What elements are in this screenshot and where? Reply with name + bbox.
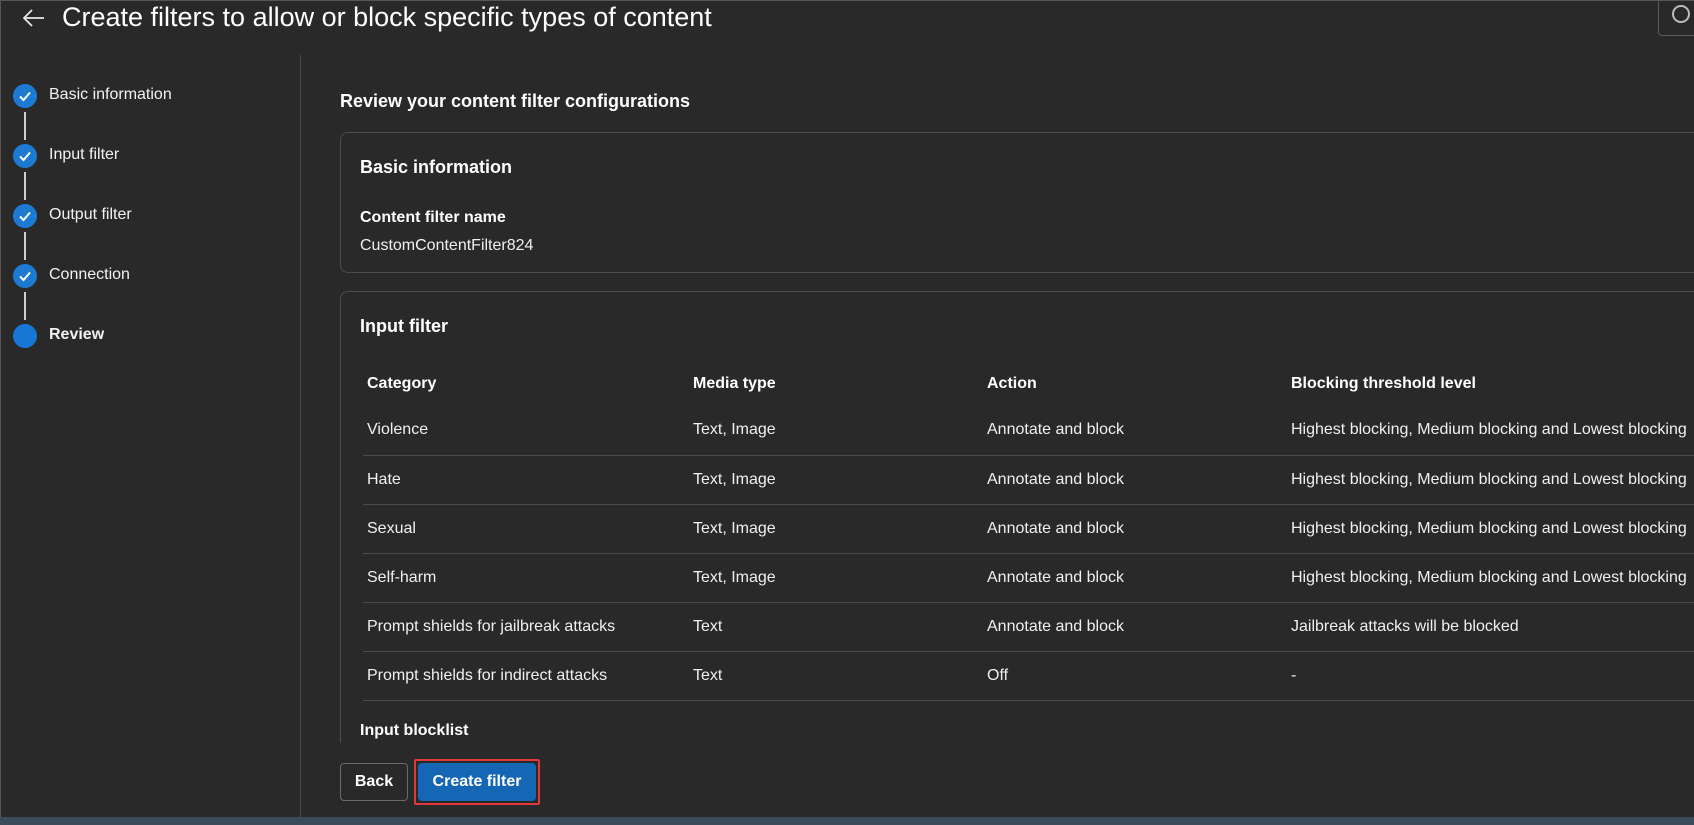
input-blocklist-label: Input blocklist	[360, 722, 469, 739]
step-input-filter[interactable]: Input filter	[13, 144, 293, 204]
step-connector	[24, 172, 26, 200]
table-cell: Violence	[363, 406, 689, 456]
table-cell: Highest blocking, Medium blocking and Lo…	[1287, 504, 1694, 554]
table-cell: Jailbreak attacks will be blocked	[1287, 602, 1694, 652]
check-icon	[13, 204, 37, 228]
page-title: Create filters to allow or block specifi…	[62, 2, 712, 32]
table-header-row: Category Media type Action Blocking thre…	[363, 362, 1694, 406]
back-button[interactable]: Back	[340, 763, 408, 801]
review-heading: Review your content filter configuration…	[340, 91, 691, 111]
step-connector	[24, 232, 26, 260]
table-cell: Annotate and block	[983, 602, 1287, 652]
table-row: Prompt shields for jailbreak attacks Tex…	[363, 602, 1694, 652]
back-arrow-icon[interactable]	[20, 4, 48, 32]
table-cell: Prompt shields for indirect attacks	[363, 651, 689, 701]
table-cell: Self-harm	[363, 553, 689, 603]
step-basic-information[interactable]: Basic information	[13, 84, 293, 144]
step-connector	[24, 292, 26, 320]
vertical-divider	[300, 55, 301, 817]
table-cell: Annotate and block	[983, 504, 1287, 554]
table-cell: Text	[689, 602, 983, 652]
table-cell: Text, Image	[689, 455, 983, 505]
step-label: Output filter	[49, 206, 132, 223]
table-row: Prompt shields for indirect attacks Text…	[363, 651, 1694, 701]
column-header: Media type	[693, 375, 776, 392]
scroll-clip-mask	[340, 743, 1694, 817]
create-filter-button[interactable]: Create filter	[418, 763, 536, 801]
step-review[interactable]: Review	[13, 324, 293, 384]
column-header: Blocking threshold level	[1291, 375, 1476, 392]
table-cell: Text	[689, 651, 983, 701]
table-cell: -	[1287, 651, 1694, 701]
table-cell: Highest blocking, Medium blocking and Lo…	[1287, 406, 1694, 456]
table-cell: Annotate and block	[983, 553, 1287, 603]
bottom-bar	[0, 817, 1694, 825]
table-cell: Prompt shields for jailbreak attacks	[363, 602, 689, 652]
table-row: Hate Text, Image Annotate and block High…	[363, 455, 1694, 505]
card-title: Input filter	[360, 316, 448, 336]
check-icon	[13, 264, 37, 288]
table-cell: Highest blocking, Medium blocking and Lo…	[1287, 553, 1694, 603]
table-row: Sexual Text, Image Annotate and block Hi…	[363, 504, 1694, 554]
check-icon	[13, 84, 37, 108]
table-row: Violence Text, Image Annotate and block …	[363, 406, 1694, 456]
content-filter-name-label: Content filter name	[360, 209, 506, 226]
table-row: Self-harm Text, Image Annotate and block…	[363, 553, 1694, 603]
table-cell: Hate	[363, 455, 689, 505]
input-filter-card: Input filter Category Media type Action …	[340, 291, 1694, 771]
current-step-dot-icon	[13, 324, 37, 348]
table-cell: Off	[983, 651, 1287, 701]
table-cell: Text, Image	[689, 406, 983, 456]
step-label: Input filter	[49, 146, 120, 163]
step-label: Review	[49, 326, 105, 343]
table-cell: Highest blocking, Medium blocking and Lo…	[1287, 455, 1694, 505]
step-label: Connection	[49, 266, 130, 283]
table-cell: Annotate and block	[983, 406, 1287, 456]
step-output-filter[interactable]: Output filter	[13, 204, 293, 264]
table-cell: Text, Image	[689, 504, 983, 554]
step-connection[interactable]: Connection	[13, 264, 293, 324]
wizard-stepper: Basic information Input filter Output fi…	[13, 84, 293, 384]
check-icon	[13, 144, 37, 168]
column-header: Category	[367, 375, 437, 392]
help-icon[interactable]	[1658, 0, 1694, 36]
table-cell: Text, Image	[689, 553, 983, 603]
basic-information-card: Basic information Content filter name Cu…	[340, 132, 1694, 273]
column-header: Action	[987, 375, 1037, 392]
content-filter-name-value: CustomContentFilter824	[360, 237, 534, 254]
step-label: Basic information	[49, 86, 172, 103]
table-cell: Annotate and block	[983, 455, 1287, 505]
table-cell: Sexual	[363, 504, 689, 554]
step-connector	[24, 112, 26, 140]
input-filter-table: Category Media type Action Blocking thre…	[363, 362, 1694, 701]
card-title: Basic information	[360, 157, 513, 177]
